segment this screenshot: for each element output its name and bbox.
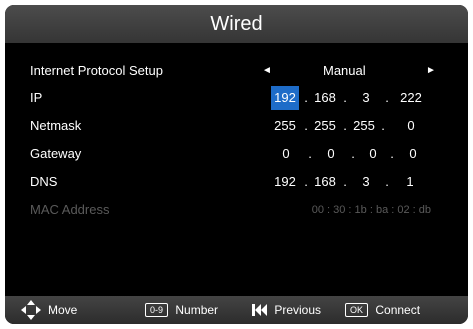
dns-field[interactable]: 192 . 168 . 3 . 1 <box>271 170 433 194</box>
page-title: Wired <box>5 5 468 43</box>
ip-octet-1[interactable]: 192 <box>271 86 299 110</box>
ip-dot: . <box>343 90 347 105</box>
gateway-octet-4[interactable]: 0 <box>406 142 420 166</box>
dns-dot: . <box>304 174 308 189</box>
gateway-octet-2[interactable]: 0 <box>324 142 338 166</box>
dpad-icon <box>21 300 41 320</box>
ip-dot: . <box>304 90 308 105</box>
previous-icon <box>252 303 267 316</box>
dns-octet-4[interactable]: 1 <box>399 170 421 194</box>
gateway-field[interactable]: 0 . 0 . 0 . 0 <box>271 142 433 166</box>
dns-row[interactable]: DNS 192 . 168 . 3 . 1 <box>5 170 468 194</box>
ip-label: IP <box>30 90 43 105</box>
ip-octet-4[interactable]: 222 <box>397 86 425 110</box>
dns-dot: . <box>385 174 389 189</box>
dns-label: DNS <box>30 174 58 189</box>
netmask-field[interactable]: 255 . 255 . 255 . 0 <box>271 114 433 138</box>
previous-label: Previous <box>274 303 322 317</box>
move-hint: Move <box>5 296 95 324</box>
gateway-row[interactable]: Gateway 0 . 0 . 0 . 0 <box>5 142 468 166</box>
protocol-mode-value: Manual <box>323 63 366 78</box>
left-arrow-icon[interactable]: ◄ <box>262 59 272 83</box>
netmask-octet-4[interactable]: 0 <box>397 114 425 138</box>
connect-label: Connect <box>375 303 421 317</box>
netmask-octet-1[interactable]: 255 <box>271 114 299 138</box>
number-label: Number <box>175 303 219 317</box>
ip-octet-2[interactable]: 168 <box>312 86 338 110</box>
previous-hint: Previous <box>252 296 321 324</box>
ip-address-field[interactable]: 192 . 168 . 3 . 222 <box>271 86 433 110</box>
gateway-label: Gateway <box>30 146 82 161</box>
netmask-row[interactable]: Netmask 255 . 255 . 255 . 0 <box>5 114 468 138</box>
mac-address-field: 00 : 30 : 1b : ba : 02 : db <box>271 198 433 222</box>
dns-octet-3[interactable]: 3 <box>355 170 377 194</box>
mac-address-row: MAC Address 00 : 30 : 1b : ba : 02 : db <box>5 198 468 222</box>
ip-row[interactable]: IP 192 . 168 . 3 . 222 <box>5 86 468 110</box>
move-label: Move <box>48 303 78 317</box>
dns-octet-2[interactable]: 168 <box>312 170 338 194</box>
right-arrow-icon[interactable]: ► <box>426 59 436 83</box>
netmask-octet-3[interactable]: 255 <box>351 114 377 138</box>
gateway-octet-1[interactable]: 0 <box>279 142 293 166</box>
netmask-label: Netmask <box>30 118 82 133</box>
gateway-dot: . <box>390 146 394 161</box>
netmask-dot: . <box>304 118 308 133</box>
wired-settings-screen: Wired Internet Protocol Setup ◄ Manual ►… <box>5 5 468 324</box>
gateway-dot: . <box>351 146 355 161</box>
ok-key-icon: OK <box>345 302 369 317</box>
ip-dot: . <box>385 90 389 105</box>
footer-hint-bar: Move 0-9 Number Previous OK Connect <box>5 296 468 324</box>
protocol-setup-label: Internet Protocol Setup <box>30 63 163 78</box>
netmask-dot: . <box>343 118 347 133</box>
gateway-dot: . <box>308 146 312 161</box>
mac-address-label: MAC Address <box>30 202 110 217</box>
dns-dot: . <box>343 174 347 189</box>
netmask-dot: . <box>381 118 385 133</box>
gateway-octet-3[interactable]: 0 <box>366 142 380 166</box>
dns-octet-1[interactable]: 192 <box>271 170 299 194</box>
netmask-octet-2[interactable]: 255 <box>312 114 338 138</box>
protocol-setup-row[interactable]: Internet Protocol Setup ◄ Manual ► <box>5 59 468 83</box>
protocol-setup-selector[interactable]: ◄ Manual ► <box>262 59 436 83</box>
number-key-icon: 0-9 <box>145 302 169 317</box>
ip-octet-3[interactable]: 3 <box>355 86 377 110</box>
mac-address-value: 00 : 30 : 1b : ba : 02 : db <box>311 204 431 216</box>
connect-hint: OK Connect <box>345 296 420 324</box>
number-hint: 0-9 Number <box>145 296 218 324</box>
